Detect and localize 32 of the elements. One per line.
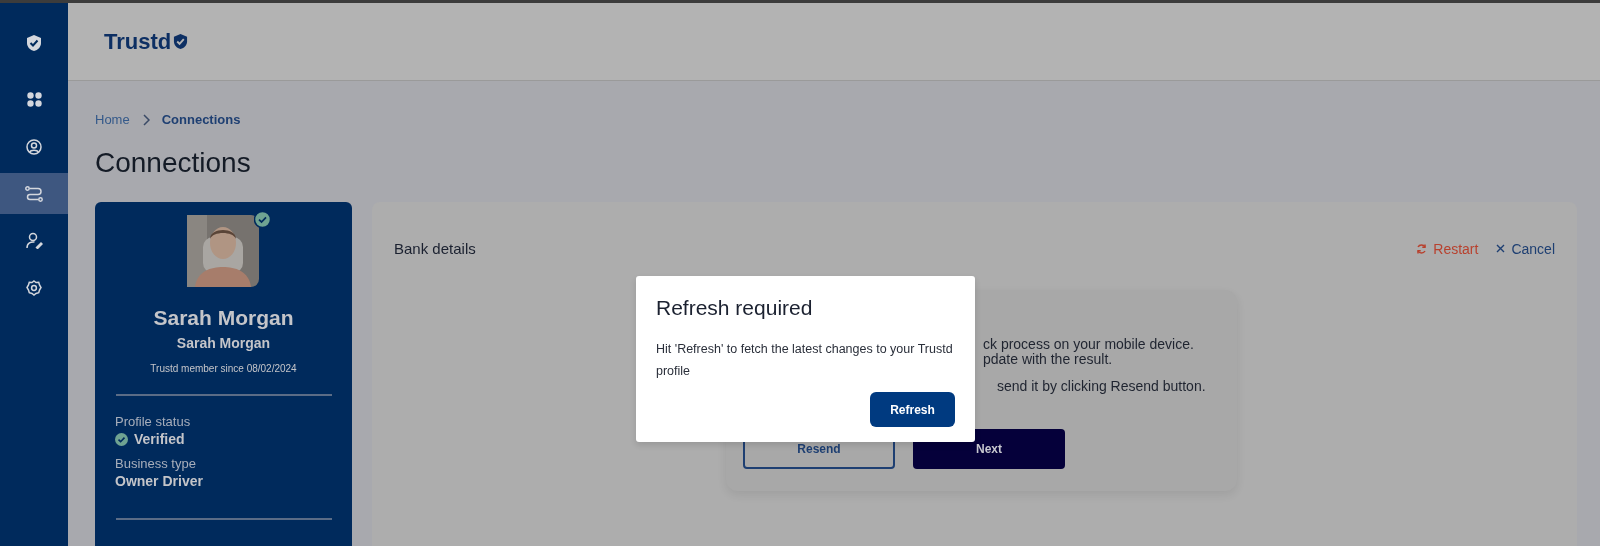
profile-subname: Sarah Morgan — [176, 335, 271, 351]
field-value: Verified — [134, 431, 185, 447]
breadcrumb-link[interactable]: Connections — [161, 112, 241, 127]
shield-check-icon — [173, 33, 189, 50]
profile-name: Sarah Morgan — [153, 306, 294, 330]
logo-text: Trustd — [104, 28, 172, 55]
chevron-right-icon — [141, 113, 150, 126]
instruction-text: pdate with the result. — [983, 352, 1114, 367]
refresh-button[interactable]: Refresh — [870, 392, 955, 427]
refresh-icon — [1416, 242, 1428, 255]
settings-icon — [26, 279, 42, 296]
breadcrumb-link[interactable]: Home — [95, 112, 130, 127]
member-since-text: Trustd member since 08/02/2024 — [150, 363, 297, 374]
close-icon — [1496, 244, 1506, 253]
instruction-text: send it by clicking Resend button. — [996, 379, 1207, 394]
cancel-button[interactable]: Cancel — [1496, 240, 1555, 257]
user-circle-icon — [26, 138, 42, 155]
panel-title: Bank details — [394, 240, 476, 257]
grid-icon — [26, 92, 42, 107]
field-label: Profile status — [115, 414, 192, 429]
sidebar-item[interactable] — [0, 173, 68, 214]
route-icon — [25, 185, 43, 202]
dialog-message: Hit 'Refresh' to fetch the latest changes to your Trustd profile — [656, 341, 954, 380]
shield-icon — [26, 33, 42, 52]
field-label: Business type — [115, 456, 197, 471]
user-edit-icon — [25, 232, 43, 249]
instruction-text: ck process on your mobile device. — [983, 337, 1195, 352]
restart-button[interactable]: Restart — [1416, 240, 1479, 257]
page-title: Connections — [95, 147, 252, 179]
field-value: Owner Driver — [115, 473, 203, 489]
dialog-title: Refresh required — [656, 296, 814, 320]
logo[interactable]: Trustd — [104, 28, 189, 55]
